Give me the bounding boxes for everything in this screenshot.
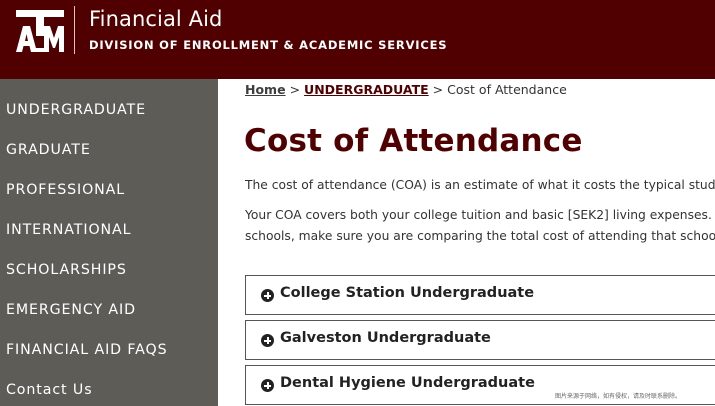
image-watermark: 图片来源于网络，如有侵权，请及时联系删除。 — [555, 393, 682, 400]
page-title: Cost of Attendance — [244, 123, 583, 159]
sidebar-item-graduate[interactable]: GRADUATE — [6, 135, 91, 165]
breadcrumb-current: Cost of Attendance — [447, 82, 567, 97]
sidebar-item-international[interactable]: INTERNATIONAL — [6, 215, 131, 245]
accordion-label: College Station Undergraduate — [280, 285, 535, 301]
sidebar-nav: UNDERGRADUATE GRADUATE PROFESSIONAL INTE… — [0, 79, 218, 406]
atm-logo-icon — [16, 10, 64, 52]
breadcrumb: Home > UNDERGRADUATE > Cost of Attendance — [245, 82, 567, 97]
header-divider — [74, 6, 75, 54]
site-header: Financial Aid DIVISION OF ENROLLMENT & A… — [0, 0, 715, 79]
breadcrumb-home-link[interactable]: Home — [245, 82, 286, 97]
accordion-label: Galveston Undergraduate — [280, 330, 491, 346]
sidebar-item-professional[interactable]: PROFESSIONAL — [6, 175, 125, 205]
accordion-label: Dental Hygiene Undergraduate — [280, 375, 535, 391]
sidebar-item-scholarships[interactable]: SCHOLARSHIPS — [6, 255, 127, 285]
sidebar-item-contact-us[interactable]: Contact Us — [6, 375, 92, 405]
plus-circle-icon — [261, 379, 274, 392]
site-subtitle[interactable]: DIVISION OF ENROLLMENT & ACADEMIC SERVIC… — [89, 38, 447, 52]
intro-paragraph: The cost of attendance (COA) is an estim… — [245, 178, 715, 192]
breadcrumb-separator: > — [432, 82, 444, 97]
breadcrumb-separator: > — [289, 82, 301, 97]
site-title[interactable]: Financial Aid — [89, 7, 222, 31]
main-content: Home > UNDERGRADUATE > Cost of Attendance Co… — [218, 79, 715, 406]
breadcrumb-undergraduate-link[interactable]: UNDERGRADUATE — [304, 82, 429, 97]
plus-circle-icon — [261, 334, 274, 347]
accordion-galveston[interactable]: Galveston Undergraduate — [245, 320, 715, 360]
sidebar-item-undergraduate[interactable]: UNDERGRADUATE — [6, 95, 146, 125]
coa-paragraph-line-2: schools, make sure you are comparing the… — [245, 229, 715, 243]
coa-paragraph-line-1: Your COA covers both your college tuitio… — [245, 208, 715, 222]
atm-logo[interactable] — [14, 8, 66, 54]
sidebar-item-emergency-aid[interactable]: EMERGENCY AID — [6, 295, 136, 325]
sidebar-item-financial-aid-faqs[interactable]: FINANCIAL AID FAQS — [6, 335, 168, 365]
plus-circle-icon — [261, 289, 274, 302]
accordion-college-station[interactable]: College Station Undergraduate — [245, 275, 715, 315]
